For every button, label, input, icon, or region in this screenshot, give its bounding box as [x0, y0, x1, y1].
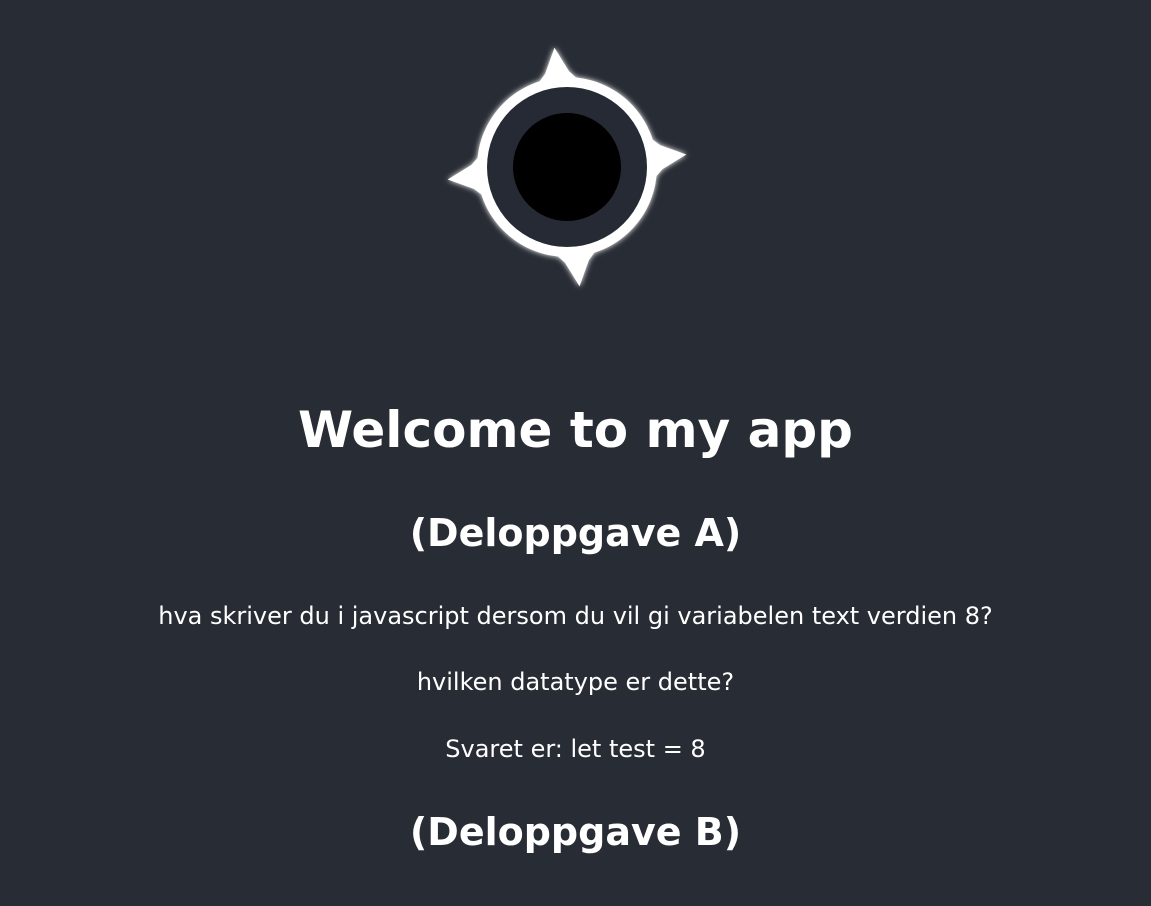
section-a-heading: (Deloppgave A) [409, 511, 742, 555]
page-title: Welcome to my app [298, 401, 853, 459]
app-logo [440, 40, 694, 294]
section-a-question-2: hvilken datatype er dette? [416, 668, 735, 696]
app-root: Welcome to my app (Deloppgave A) hva skr… [0, 0, 1151, 906]
section-a-question-1: hva skriver du i javascript dersom du vi… [158, 602, 993, 630]
section-a-answer: Svaret er: let test = 8 [445, 735, 706, 763]
section-b-heading: (Deloppgave B) [409, 810, 742, 854]
compass-icon [447, 47, 687, 287]
